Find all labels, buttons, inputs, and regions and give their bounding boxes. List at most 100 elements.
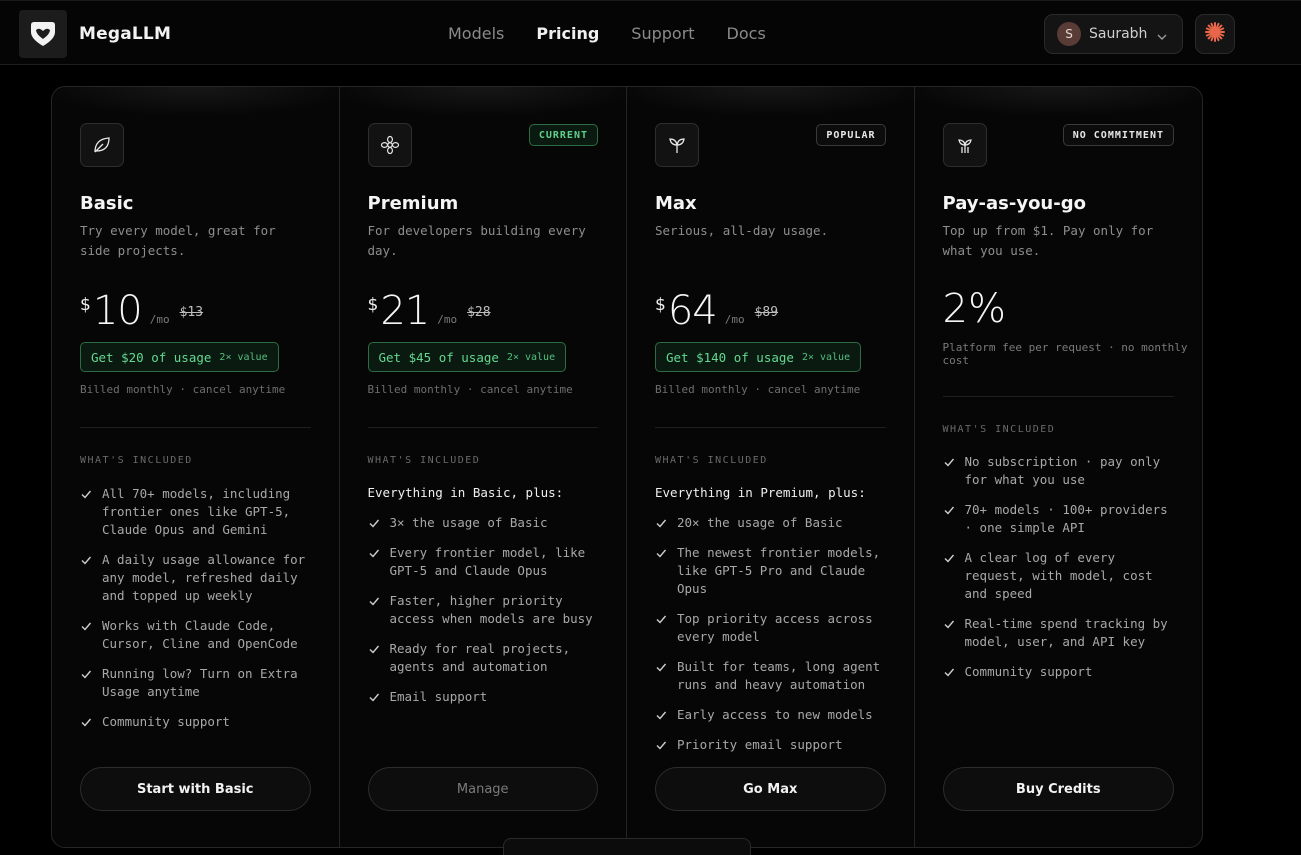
heart-shield-logo-icon (19, 10, 67, 58)
nav-pricing[interactable]: Pricing (536, 24, 599, 43)
usage-multiplier: 2× value (801, 351, 851, 363)
divider (367, 427, 598, 428)
feature-list: No subscription · pay only for what you … (943, 453, 1179, 693)
feature-text: 70+ models · 100+ providers · one simple… (964, 502, 1168, 535)
feature-item: Running low? Turn on Extra Usage anytime (80, 665, 316, 701)
feature-text: Early access to new models (677, 707, 873, 722)
feature-text: Community support (102, 714, 230, 729)
plan-description: Top up from $1. Pay only for what you us… (942, 223, 1154, 258)
plan-card-premium: CURRENT Premium For developers building … (339, 87, 627, 847)
feature-text: The newest frontier models, like GPT-5 P… (677, 545, 881, 596)
check-icon (369, 645, 379, 654)
feature-list: Everything in Basic, plus: 3× the usage … (368, 485, 604, 718)
plan-name: Pay-as-you-go (942, 193, 1086, 214)
plan-card-basic: Basic Try every model, great for side pr… (52, 87, 340, 847)
feature-item: Community support (80, 713, 316, 731)
divider (80, 427, 311, 428)
popular-badge: POPULAR (816, 124, 886, 146)
feature-item: All 70+ models, including frontier ones … (80, 485, 316, 539)
user-menu-button[interactable]: S Saurabh (1044, 14, 1183, 54)
feature-item: The newest frontier models, like GPT-5 P… (655, 544, 891, 598)
feature-item: Early access to new models (655, 706, 891, 724)
feature-item: 20× the usage of Basic (655, 514, 891, 532)
included-label: WHAT'S INCLUDED (80, 455, 193, 466)
brand[interactable]: MegaLLM (19, 10, 171, 58)
plus-line: Everything in Basic, plus: (367, 485, 564, 500)
price-row: $ 64 /mo $89 (655, 289, 778, 333)
plan-card-max: POPULAR Max Serious, all-day usage. $ 64… (627, 87, 915, 847)
feature-text: Real-time spend tracking by model, user,… (964, 616, 1168, 649)
old-price: $13 (179, 305, 204, 320)
go-max-button[interactable]: Go Max (655, 767, 886, 811)
feature-item: Faster, higher priority access when mode… (368, 592, 604, 628)
currency-symbol: $ (367, 295, 379, 315)
feature-item: Works with Claude Code, Cursor, Cline an… (80, 617, 316, 653)
check-icon (944, 620, 954, 629)
check-icon (81, 622, 92, 631)
start-basic-button[interactable]: Start with Basic (80, 767, 311, 811)
usage-pill: Get $20 of usage 2× value (80, 342, 279, 372)
feature-text: Every frontier model, like GPT-5 and Cla… (389, 545, 586, 578)
check-icon (944, 458, 954, 467)
sparkle-icon (1205, 22, 1225, 46)
divider (942, 396, 1174, 397)
feature-text: Top priority access across every model (677, 611, 873, 644)
nav-support[interactable]: Support (631, 24, 694, 43)
main-nav: Models Pricing Support Docs (448, 24, 798, 43)
nav-models[interactable]: Models (448, 24, 504, 43)
feature-text: Ready for real projects, agents and auto… (389, 641, 571, 674)
feature-item: Real-time spend tracking by model, user,… (943, 615, 1179, 651)
plan-name: Basic (80, 193, 134, 214)
usage-multiplier: 2× value (506, 351, 556, 363)
billing-note: Billed monthly · cancel anytime (367, 383, 573, 396)
check-icon (81, 670, 92, 679)
check-icon (656, 663, 667, 672)
feature-item: Priority email support (655, 736, 891, 754)
check-icon (656, 549, 667, 558)
feature-text: A daily usage allowance for any model, r… (102, 552, 306, 603)
price: 21 (380, 288, 430, 334)
feature-item: Ready for real projects, agents and auto… (368, 640, 604, 676)
feature-text: Built for teams, long agent runs and hea… (677, 659, 881, 692)
check-icon (656, 615, 667, 624)
price: 64 (667, 288, 718, 334)
feature-item: Community support (943, 663, 1179, 681)
feature-text: Priority email support (677, 737, 843, 752)
usage-pill: Get $140 of usage 2× value (655, 342, 862, 372)
current-badge: CURRENT (528, 124, 598, 146)
plus-line: Everything in Premium, plus: (655, 485, 866, 500)
flower-icon (367, 123, 412, 167)
currency-symbol: $ (80, 295, 91, 315)
brand-name: MegaLLM (79, 24, 172, 44)
feature-text: 3× the usage of Basic (389, 515, 548, 530)
usage-text: Get $20 of usage (91, 349, 212, 365)
check-icon (369, 597, 379, 606)
feature-item: No subscription · pay only for what you … (943, 453, 1179, 489)
usage-text: Get $45 of usage (378, 349, 499, 365)
check-icon (656, 519, 667, 528)
price-period: /mo (149, 313, 170, 326)
plan-name: Premium (367, 193, 459, 214)
check-icon (656, 741, 667, 750)
no-commitment-badge: NO COMMITMENT (1062, 124, 1174, 146)
check-icon (81, 718, 92, 727)
usage-text: Get $140 of usage (666, 349, 794, 365)
check-icon (369, 693, 379, 702)
chevron-down-icon (1157, 25, 1167, 44)
manage-button[interactable]: Manage (367, 767, 598, 811)
feature-text: All 70+ models, including frontier ones … (102, 486, 291, 537)
divider (655, 427, 886, 428)
check-icon (656, 711, 667, 720)
feature-text: 20× the usage of Basic (677, 515, 843, 530)
fee-note: Platform fee per request · no monthly co… (942, 341, 1188, 367)
top-navbar: MegaLLM Models Pricing Support Docs S Sa… (0, 0, 1301, 65)
old-price: $89 (754, 305, 779, 320)
price-row: $ 21 /mo $28 (368, 289, 491, 333)
sparkle-button[interactable] (1195, 14, 1235, 54)
bottom-panel-tab[interactable] (503, 838, 751, 855)
buy-credits-button[interactable]: Buy Credits (942, 767, 1174, 811)
nav-docs[interactable]: Docs (727, 24, 766, 43)
feature-item: Built for teams, long agent runs and hea… (655, 658, 891, 694)
plan-description: Try every model, great for side projects… (80, 223, 276, 258)
usage-multiplier: 2× value (219, 351, 268, 363)
